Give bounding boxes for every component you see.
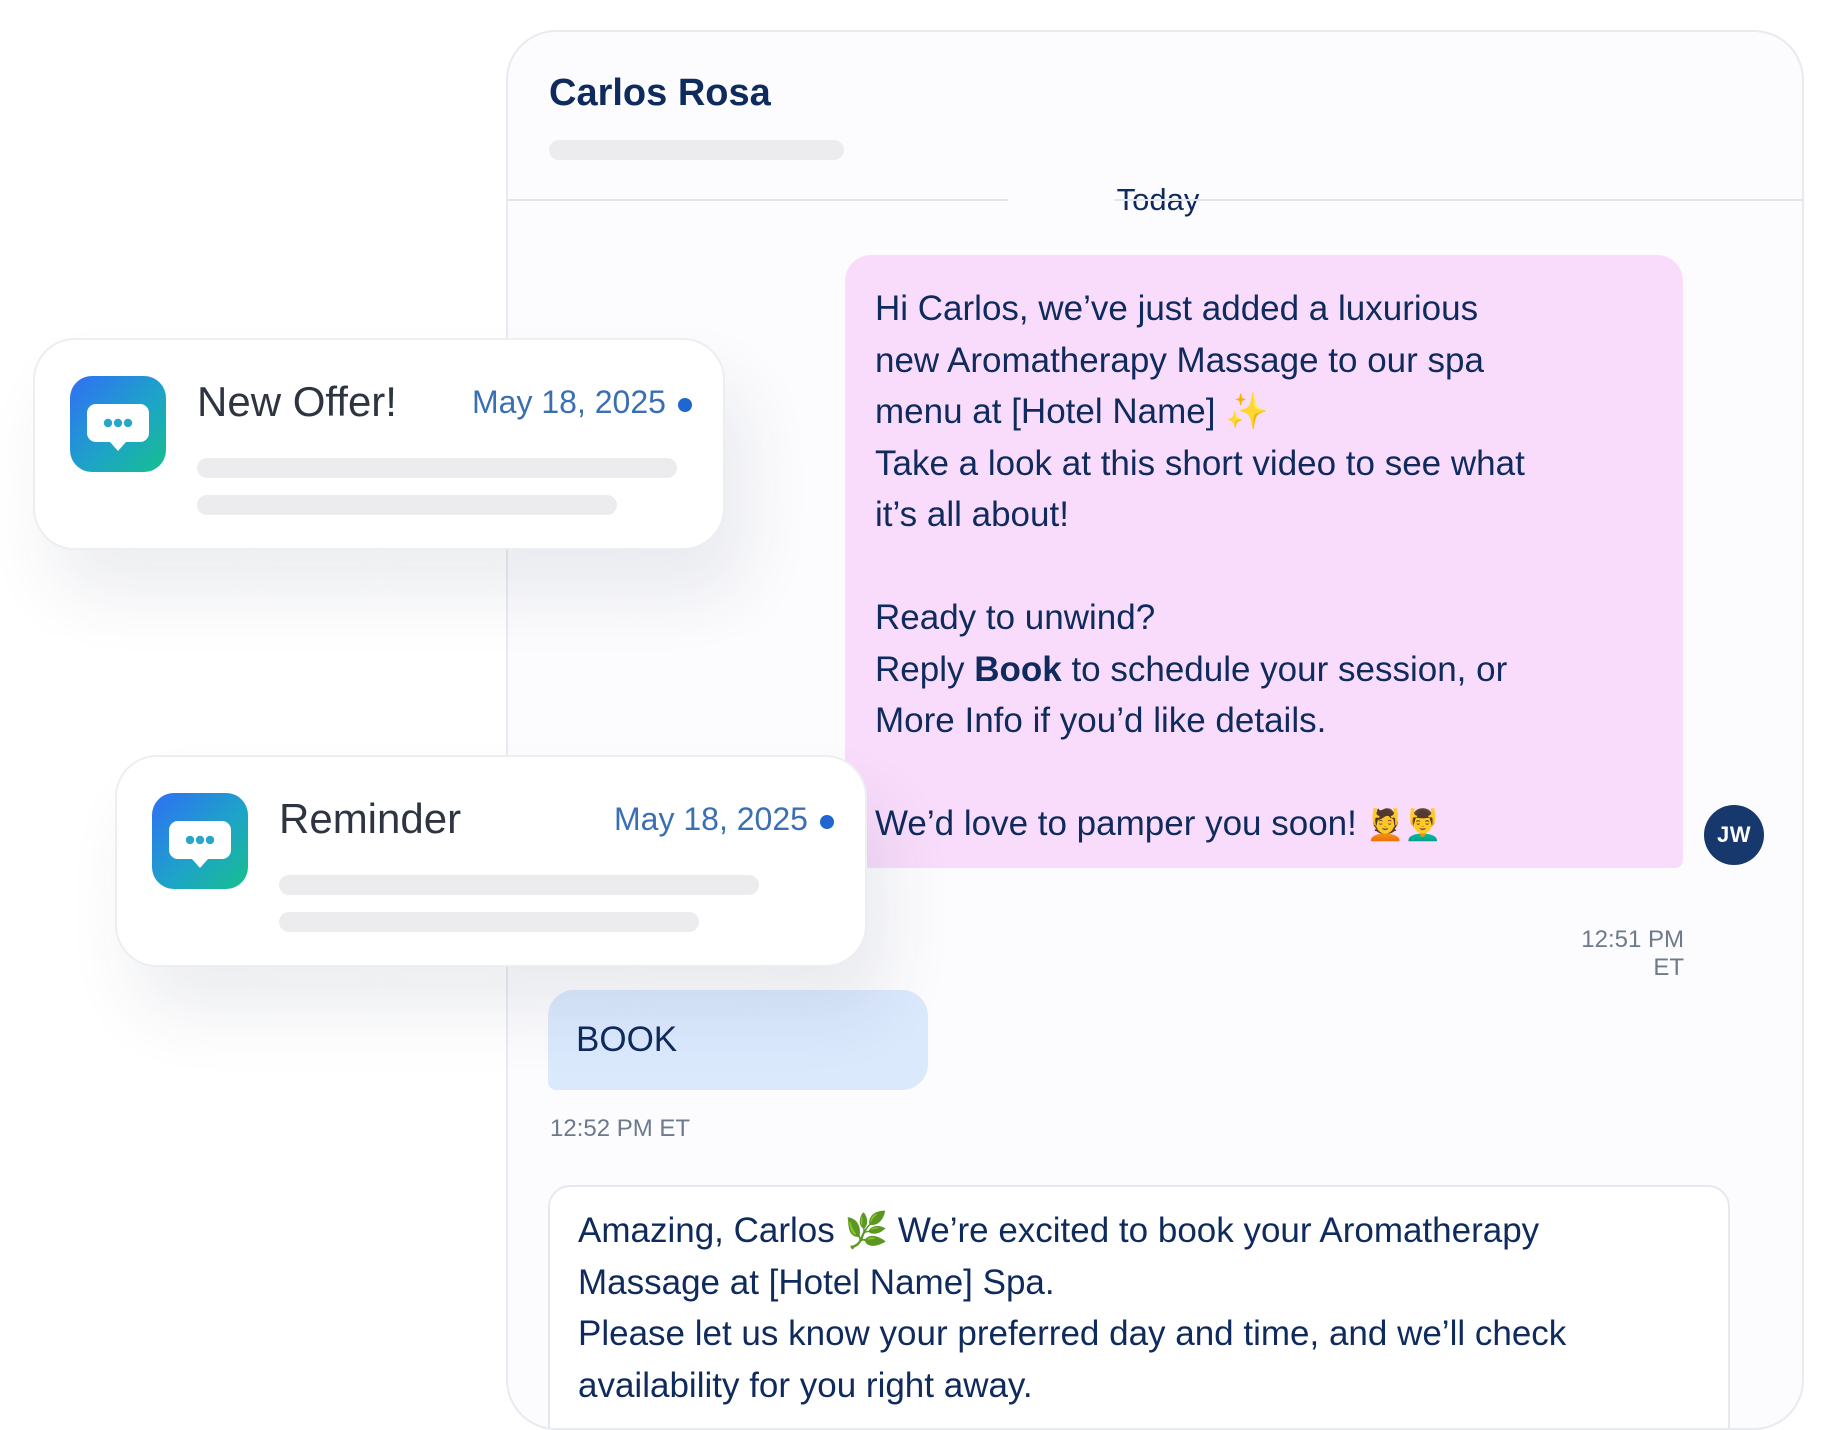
notification-preview-placeholder xyxy=(279,875,759,895)
reply-compose-box[interactable]: Amazing, Carlos 🌿 We’re excited to book … xyxy=(548,1185,1730,1428)
message-text: We’d love to pamper you soon! xyxy=(875,804,1357,843)
message-line: menu at [Hotel Name] ✨ xyxy=(875,386,1653,438)
notification-date: May 18, 2025 xyxy=(614,801,808,837)
draft-line: availability for you right away. xyxy=(578,1365,1033,1405)
message-line: More Info if you’d like details. xyxy=(875,701,1327,740)
contact-subtitle-placeholder xyxy=(549,140,844,160)
book-keyword: Book xyxy=(974,649,1062,689)
message-line: Ready to unwind? xyxy=(875,598,1156,637)
date-divider-line-right xyxy=(1115,199,1802,201)
outgoing-message-bubble: Hi Carlos, we’ve just added a luxurious … xyxy=(845,255,1683,868)
notification-preview-placeholder xyxy=(279,912,699,932)
sender-avatar: JW xyxy=(1704,805,1764,865)
message-line: Reply Book to schedule your session, or xyxy=(875,644,1653,696)
notification-preview-placeholder xyxy=(197,495,617,515)
contact-name: Carlos Rosa xyxy=(549,72,771,114)
incoming-message-time: 12:52 PM ET xyxy=(550,1115,691,1142)
notification-card-reminder[interactable]: Reminder May 18, 2025 xyxy=(115,755,867,967)
message-text: menu at [Hotel Name] xyxy=(875,392,1216,431)
message-line: it’s all about! xyxy=(875,495,1069,534)
notification-preview-placeholder xyxy=(197,458,677,478)
unread-dot-icon xyxy=(678,398,692,412)
outgoing-message-time: 12:51 PM ET xyxy=(1581,926,1684,981)
draft-text: Amazing, Carlos xyxy=(578,1211,835,1250)
incoming-message-text: BOOK xyxy=(576,1020,678,1059)
massage-emoji-icon: 💆💆‍♂️ xyxy=(1366,808,1442,843)
message-line: Hi Carlos, we’ve just added a luxurious xyxy=(875,289,1479,328)
herb-leaf-icon: 🌿 xyxy=(844,1211,889,1250)
conversation-panel: Carlos Rosa Today Hi Carlos, we’ve just … xyxy=(506,30,1804,1430)
message-line: We’d love to pamper you soon! 💆💆‍♂️ xyxy=(875,798,1653,852)
draft-line: Amazing, Carlos 🌿 We’re excited to book … xyxy=(578,1205,1700,1257)
date-divider-line-left xyxy=(508,199,1008,201)
message-line: Take a look at this short video to see w… xyxy=(875,443,1525,483)
unread-dot-icon xyxy=(820,815,834,829)
notification-title: Reminder xyxy=(279,795,462,842)
draft-line: Massage at [Hotel Name] Spa. xyxy=(578,1262,1055,1302)
notification-date: May 18, 2025 xyxy=(472,384,666,420)
draft-line: Please let us know your preferred day an… xyxy=(578,1314,1567,1353)
notification-title: New Offer! xyxy=(197,378,397,425)
draft-text: We’re excited to book your Aromatherapy xyxy=(897,1211,1540,1250)
message-text: to schedule your session, or xyxy=(1061,649,1508,689)
message-text: Reply xyxy=(875,649,975,689)
chat-bubble-icon xyxy=(152,793,248,889)
notification-card-new-offer[interactable]: New Offer! May 18, 2025 xyxy=(33,338,725,550)
incoming-message-bubble: BOOK xyxy=(548,990,928,1090)
sparkles-icon: ✨ xyxy=(1225,392,1269,431)
message-line: new Aromatherapy Massage to our spa xyxy=(875,340,1484,380)
chat-bubble-icon xyxy=(70,376,166,472)
